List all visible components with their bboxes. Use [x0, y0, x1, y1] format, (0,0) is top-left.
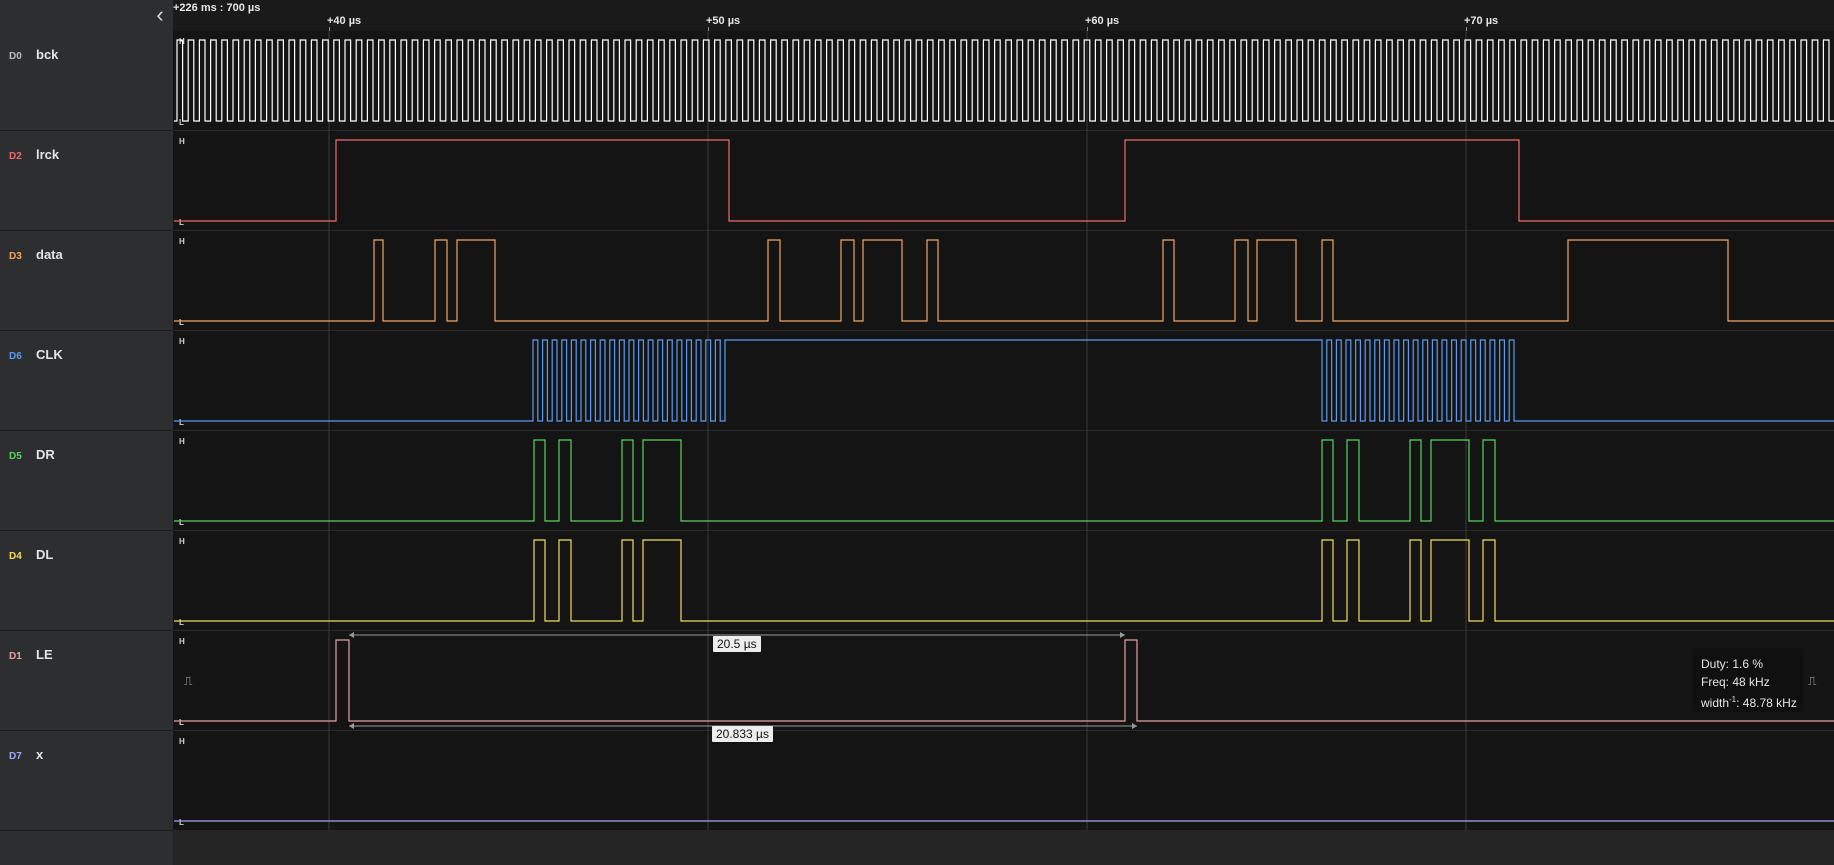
channel-name: DL: [36, 547, 54, 562]
falling-edge-icon[interactable]: ⎍: [184, 674, 192, 689]
channel-code: D1: [9, 651, 22, 662]
channel-label-d1[interactable]: D1 LE: [0, 631, 173, 731]
channel-code: D7: [9, 751, 22, 762]
level-low-label: L: [179, 218, 184, 227]
level-high-label: H: [179, 437, 185, 446]
tick-label: +40 µs: [327, 15, 362, 27]
level-high-label: H: [179, 737, 185, 746]
level-low-label: L: [179, 618, 184, 627]
channel-code: D5: [9, 451, 22, 462]
channel-label-d3[interactable]: D3 data: [0, 231, 173, 331]
level-high-label: H: [179, 537, 185, 546]
measurement-tooltip: Duty: 1.6 % Freq: 48 kHz width-1: 48.78 …: [1693, 648, 1803, 712]
channel-name: DR: [36, 447, 55, 462]
channel-code: D0: [9, 51, 22, 62]
bottom-strip: [173, 830, 1834, 865]
channel-code: D4: [9, 551, 22, 562]
channel-code: D6: [9, 351, 22, 362]
lane-background: [173, 631, 1834, 730]
channel-name: data: [36, 247, 63, 262]
lane-background: [173, 331, 1834, 430]
channel-name: CLK: [36, 347, 63, 362]
lane-background: [173, 131, 1834, 230]
tick-label: +50 µs: [706, 15, 741, 27]
rising-edge-icon[interactable]: ⎍: [1808, 674, 1816, 689]
lane-background: [173, 731, 1834, 830]
channel-label-d2[interactable]: D2 lrck: [0, 131, 173, 231]
level-high-label: H: [179, 237, 185, 246]
channel-name: lrck: [36, 147, 60, 162]
channel-code: D3: [9, 251, 22, 262]
freq-readout: Freq: 48 kHz: [1701, 675, 1770, 689]
waveform-plot[interactable]: HLHLHLHLHLHLHLHL: [173, 31, 1834, 830]
channel-sidebar: ‹ D0 bck D2 lrck D3 data D6 CLK D5 DR D4 DL D1 LE D7 x: [0, 0, 173, 865]
level-low-label: L: [179, 818, 184, 827]
channel-label-d4[interactable]: D4 DL: [0, 531, 173, 631]
absolute-time: +226 ms : 700 µs: [173, 2, 261, 14]
sidebar-header: ‹: [0, 0, 173, 30]
channel-name: bck: [36, 47, 59, 62]
channel-label-d7[interactable]: D7 x: [0, 731, 173, 831]
level-low-label: L: [179, 718, 184, 727]
lane-background: [173, 31, 1834, 130]
level-low-label: L: [179, 418, 184, 427]
tick-label: +70 µs: [1464, 15, 1499, 27]
chevron-left-icon[interactable]: ‹: [150, 4, 170, 26]
level-high-label: H: [179, 337, 185, 346]
level-low-label: L: [179, 318, 184, 327]
measure-label-upper: 20.5 µs: [713, 636, 761, 652]
level-high-label: H: [179, 637, 185, 646]
width-readout: width-1: 48.78 kHz: [1701, 695, 1797, 710]
lane-background: [173, 531, 1834, 630]
channel-label-d5[interactable]: D5 DR: [0, 431, 173, 531]
tick-label: +60 µs: [1085, 15, 1120, 27]
lane-background: [173, 231, 1834, 330]
channel-label-d0[interactable]: D0 bck: [0, 31, 173, 131]
level-low-label: L: [179, 518, 184, 527]
level-low-label: L: [179, 118, 184, 127]
channel-name: LE: [36, 647, 53, 662]
measure-label-lower: 20.833 µs: [712, 726, 773, 742]
lane-background: [173, 431, 1834, 530]
channel-code: D2: [9, 151, 22, 162]
time-ruler: +226 ms : 700 µs +40 µs +50 µs +60 µs +70 µ…: [173, 0, 1834, 32]
channel-name: x: [36, 747, 44, 762]
level-high-label: H: [179, 137, 185, 146]
duty-readout: Duty: 1.6 %: [1701, 657, 1764, 671]
channel-label-d6[interactable]: D6 CLK: [0, 331, 173, 431]
